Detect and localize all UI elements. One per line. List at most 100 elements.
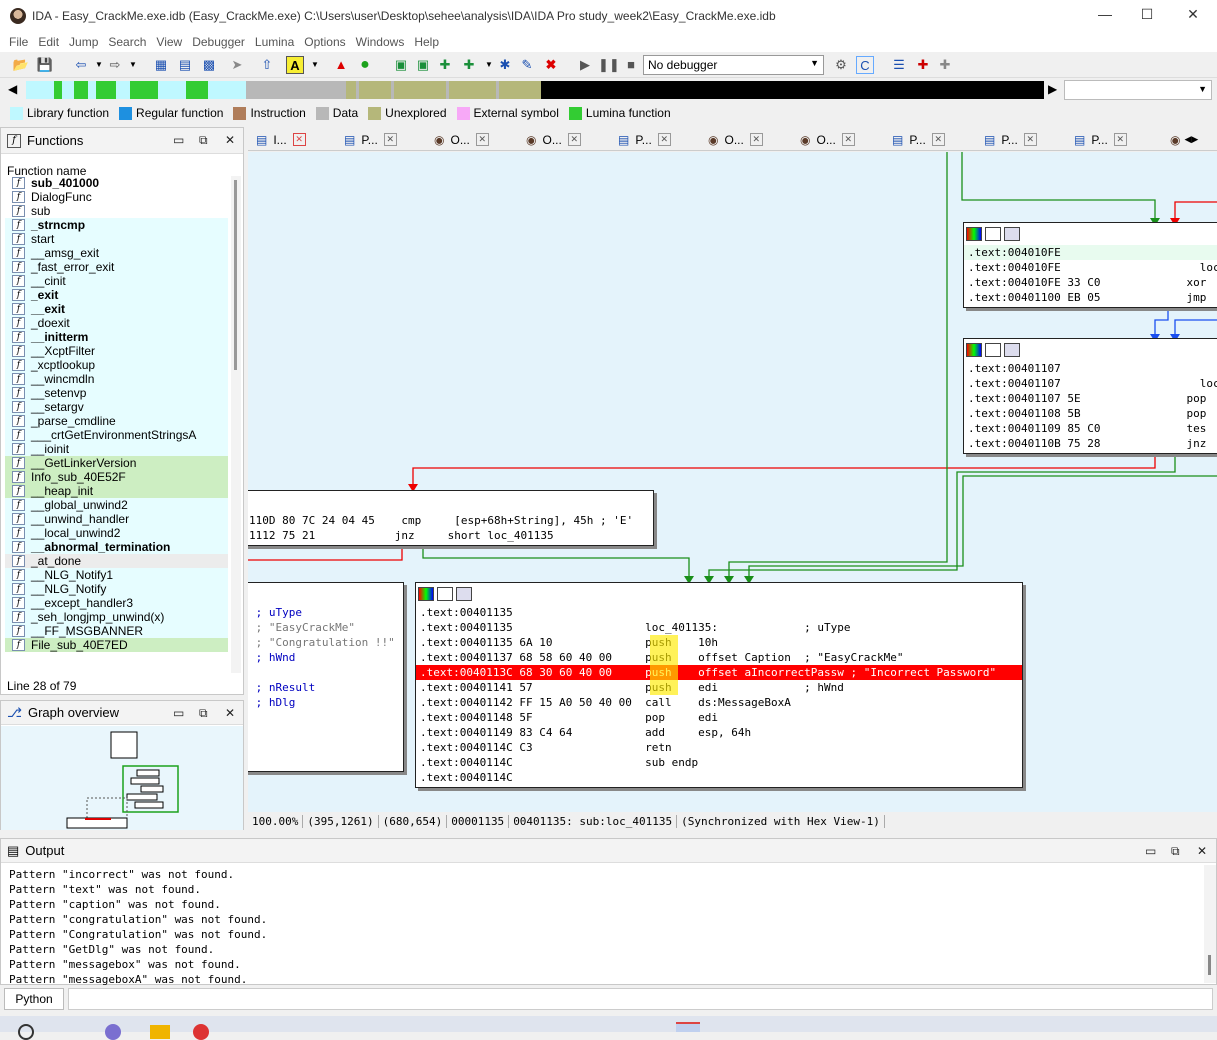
view-tab[interactable]: ◉ O... ✕	[708, 129, 763, 150]
view-tab[interactable]: ▤ P... ✕	[618, 129, 671, 150]
file-explorer-icon[interactable]	[150, 1025, 170, 1039]
asm-comment[interactable]: ; hDlg	[248, 695, 403, 710]
menu-edit[interactable]: Edit	[38, 35, 59, 49]
asm-line[interactable]: .text:00401107 5E pop	[964, 391, 1217, 406]
minimize-panel-icon[interactable]: ▭	[173, 706, 184, 720]
chevron-left-icon[interactable]: ◀	[1184, 134, 1191, 145]
function-list-item[interactable]: f sub	[5, 204, 228, 218]
group-icon[interactable]	[1004, 227, 1020, 241]
function-list-item[interactable]: f __XcptFilter	[5, 344, 228, 358]
color-icon[interactable]	[966, 343, 982, 357]
debug-options-icon[interactable]: ⚙	[832, 56, 850, 74]
sync-icon[interactable]: C	[856, 56, 874, 74]
app-icon[interactable]	[105, 1024, 121, 1040]
asm-line[interactable]: .text:00401141 57 push edi ; hWnd	[416, 680, 1022, 695]
menu-search[interactable]: Search	[108, 35, 146, 49]
ida-taskbar-icon[interactable]	[676, 1022, 700, 1032]
font-a-icon[interactable]: A	[286, 56, 304, 74]
back-arrow-icon[interactable]: ⇦	[72, 56, 90, 74]
code-icon[interactable]: ▣	[392, 56, 410, 74]
minimize-panel-icon[interactable]: ▭	[173, 133, 184, 147]
function-list-item[interactable]: f __setargv	[5, 400, 228, 414]
segment-select[interactable]: ▼	[1064, 80, 1212, 100]
function-list-item[interactable]: f __NLG_Notify1	[5, 568, 228, 582]
disabled-tool-icon[interactable]: ✚	[936, 56, 954, 74]
view-tab[interactable]: ▤ P... ✕	[1074, 129, 1127, 150]
python-button[interactable]: Python	[4, 988, 64, 1010]
binary-search-icon[interactable]: ▦	[152, 56, 170, 74]
asm-line-highlighted[interactable]: .text:0040113C 68 30 60 40 00 push offse…	[416, 665, 1022, 680]
function-list-item[interactable]: f _parse_cmdline	[5, 414, 228, 428]
function-list-item[interactable]: f __GetLinkerVersion	[5, 456, 228, 470]
asm-comment[interactable]: ; "EasyCrackMe"	[248, 620, 403, 635]
edit-icon[interactable]: ✎	[518, 56, 536, 74]
function-list-item[interactable]: f ___crtGetEnvironmentStringsA	[5, 428, 228, 442]
function-list-item[interactable]: f __global_unwind2	[5, 498, 228, 512]
group-icon[interactable]	[1004, 343, 1020, 357]
asm-line[interactable]: .text:00401109 85 C0 tes	[964, 421, 1217, 436]
green-circle-icon[interactable]: ●	[356, 56, 374, 74]
list-icon[interactable]: ☰	[890, 56, 908, 74]
close-panel-icon[interactable]: ✕	[1197, 844, 1207, 858]
asm-line[interactable]: .text:004010FE	[964, 245, 1217, 260]
asm-line[interactable]: .text:00401135	[416, 605, 1022, 620]
pause-icon[interactable]: ❚❚	[598, 56, 620, 74]
view-tab[interactable]: ◉ O... ✕	[800, 129, 855, 150]
warning-triangle-icon[interactable]: ▲	[332, 56, 350, 74]
asm-line[interactable]: 110D 80 7C 24 04 45 cmp [esp+68h+String]…	[248, 513, 653, 528]
asm-line[interactable]: .text:00401149 83 C4 64 add esp, 64h	[416, 725, 1022, 740]
menu-file[interactable]: File	[9, 35, 28, 49]
function-list-item[interactable]: f _fast_error_exit	[5, 260, 228, 274]
function-list-item[interactable]: f __amsg_exit	[5, 246, 228, 260]
save-icon[interactable]: 💾	[36, 56, 54, 74]
maximize-button[interactable]: ☐	[1132, 6, 1162, 23]
close-tab-icon[interactable]: ✕	[657, 133, 671, 146]
rename-icon[interactable]	[985, 227, 1001, 241]
browser-icon[interactable]	[193, 1024, 209, 1040]
function-list-item[interactable]: f __heap_init	[5, 484, 228, 498]
function-list-item[interactable]: f DialogFunc	[5, 190, 228, 204]
close-tab-icon[interactable]: ✕	[1023, 133, 1037, 146]
menu-options[interactable]: Options	[304, 35, 345, 49]
float-panel-icon[interactable]: ⧉	[199, 706, 208, 721]
chevron-down-icon[interactable]: ▼	[306, 56, 324, 74]
float-panel-icon[interactable]: ⧉	[199, 133, 208, 148]
star-icon[interactable]: ✱	[496, 56, 514, 74]
menu-view[interactable]: View	[156, 35, 182, 49]
menu-help[interactable]: Help	[414, 35, 439, 49]
delete-x-icon[interactable]: ✖	[542, 56, 560, 74]
float-panel-icon[interactable]: ⧉	[1171, 844, 1180, 859]
function-list-item[interactable]: f sub_401000	[5, 176, 228, 190]
close-tab-icon[interactable]: ✕	[475, 133, 489, 146]
asm-line[interactable]: .text:0040110B 75 28 jnz	[964, 436, 1217, 451]
function-list-item[interactable]: f __local_unwind2	[5, 526, 228, 540]
add-struct-icon[interactable]: ✚	[460, 56, 478, 74]
close-panel-icon[interactable]: ✕	[225, 133, 235, 147]
asm-line[interactable]: .text:00401107	[964, 361, 1217, 376]
close-tab-icon[interactable]: ✕	[383, 133, 397, 146]
graph-node-loc-401107[interactable]: .text:00401107 .text:00401107 loc .text:…	[963, 338, 1217, 454]
function-list-item[interactable]: f __NLG_Notify	[5, 582, 228, 596]
function-list-item[interactable]: f __abnormal_termination	[5, 540, 228, 554]
rename-icon[interactable]	[985, 343, 1001, 357]
function-list-item[interactable]: f _strncmp	[5, 218, 228, 232]
graph-node-congratulation[interactable]: ; uType ; "EasyCrackMe" ; "Congratulatio…	[248, 582, 404, 772]
asm-line[interactable]: .text:00401142 FF 15 A0 50 40 00 call ds…	[416, 695, 1022, 710]
asm-comment[interactable]	[248, 665, 403, 680]
close-tab-icon[interactable]: ✕	[567, 133, 581, 146]
immediate-search-icon[interactable]: ▩	[200, 56, 218, 74]
function-list-item[interactable]: f File_sub_40E7ED	[5, 638, 228, 652]
view-tab[interactable]: ▤ P... ✕	[344, 129, 397, 150]
view-tab[interactable]: ▤ P... ✕	[984, 129, 1037, 150]
data-icon[interactable]: ▣	[414, 56, 432, 74]
chevron-left-icon[interactable]: ◀	[8, 82, 17, 96]
tab-scroll-arrows[interactable]: ◉ ◀ ▶	[1170, 129, 1198, 150]
function-list-item[interactable]: f start	[5, 232, 228, 246]
graph-node-loc-401135[interactable]: .text:00401135 .text:00401135 loc_401135…	[415, 582, 1023, 788]
breakpoint-icon[interactable]: ✚	[914, 56, 932, 74]
python-input[interactable]	[68, 988, 1213, 1010]
asm-line[interactable]: .text:00401108 5B pop	[964, 406, 1217, 421]
close-window-button[interactable]: ✕	[1178, 6, 1208, 23]
stop-icon[interactable]: ■	[622, 56, 640, 74]
color-icon[interactable]	[418, 587, 434, 601]
